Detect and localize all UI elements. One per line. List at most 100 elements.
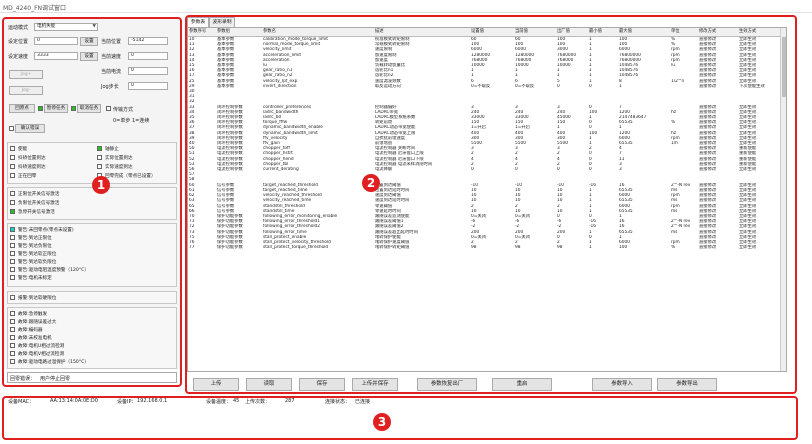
- warning-label: 警告:电机未标定: [18, 276, 52, 281]
- column-header[interactable]: 参数序号: [188, 28, 216, 37]
- current-speed-label: 当前速度: [101, 54, 122, 60]
- soft-limit-indicator: [10, 295, 15, 300]
- parameter-table: 参数序号 参数组 参数名 描述 设置值 当前值 出厂值 最小值 最大值 单位 修改方式 生效方式 10…: [187, 27, 787, 372]
- annotation-badge-3: 3: [373, 413, 391, 431]
- limit-indicator: [10, 209, 15, 214]
- fps-value: 287: [285, 398, 295, 404]
- confirm-error-button[interactable]: 确认错误: [15, 124, 45, 133]
- export-params-button[interactable]: 参数导出: [657, 378, 717, 391]
- status-label: 轴静止: [105, 147, 119, 152]
- ip-label: 设备IP：: [117, 399, 137, 405]
- column-header[interactable]: 出厂值: [556, 28, 588, 37]
- upload-button[interactable]: 上传: [193, 378, 239, 391]
- table-cell: 保护功能参数: [216, 245, 262, 251]
- status-indicator: [10, 155, 15, 160]
- mode-select[interactable]: 电机失能 ▼: [34, 23, 98, 31]
- title-bar: MD_4240_FN调试窗口: [0, 0, 812, 13]
- cancel-indicator: [71, 106, 76, 111]
- annotation-badge-2: 2: [362, 174, 380, 192]
- set-position-button[interactable]: 设置: [80, 36, 98, 46]
- table-cell: 77: [188, 245, 216, 251]
- fault-label: 故障:电机U相过流检测: [18, 344, 65, 349]
- warning-label: 警告:未回零点(零点未设置): [18, 228, 74, 233]
- temp-value: 45: [233, 398, 240, 404]
- import-params-button[interactable]: 参数导入: [592, 378, 652, 391]
- column-header[interactable]: 修改方式: [698, 28, 738, 37]
- current-current-value: 0: [128, 67, 168, 75]
- table-cell[interactable]: 98: [470, 245, 514, 251]
- fault-indicator: [10, 343, 15, 348]
- jog-minus-button[interactable]: Jog-: [9, 86, 43, 95]
- home-button[interactable]: 回原点: [9, 104, 35, 113]
- column-header[interactable]: 单位: [670, 28, 698, 37]
- jog-step-label: Jog步长: [101, 84, 119, 90]
- column-header[interactable]: 参数组: [216, 28, 262, 37]
- column-header[interactable]: 当前值: [514, 28, 556, 37]
- cancel-task-button[interactable]: 取消任务: [77, 104, 101, 113]
- warning-label: 警告:驱动电阻温度预警（120°C）: [18, 268, 89, 273]
- jog-plus-button[interactable]: Jog+: [9, 70, 43, 79]
- current-current-label: 当前电流: [101, 69, 122, 75]
- status-label: 实际位置到达: [105, 156, 133, 161]
- save-button[interactable]: 保存: [299, 378, 345, 391]
- soft-limit-label: 报警:到达软硬限位: [18, 296, 57, 301]
- temp-label: 设备温度：: [206, 399, 232, 405]
- upload-and-save-button[interactable]: 上传并保存: [352, 378, 398, 391]
- status-label: 正在回零: [18, 174, 37, 179]
- tab-waveform[interactable]: 波形录制: [209, 17, 235, 27]
- table-cell: %: [670, 245, 698, 251]
- pause-indicator: [38, 106, 43, 111]
- table-row[interactable]: 77 保护功能参数 stall_protect_torque_threshold 堵转…: [188, 245, 786, 251]
- fault-indicator: [10, 335, 15, 340]
- status-indicator: [97, 146, 102, 151]
- column-header[interactable]: 最大值: [618, 28, 670, 37]
- error-info-value: 用户停止回零: [40, 376, 71, 382]
- limit-label: 负限位开关信号激活: [18, 201, 60, 206]
- mac-value: AA:13:14:0A:0E:D0: [50, 398, 98, 404]
- status-label: 抖矫速度到达: [18, 165, 46, 170]
- scrollbar-thumb[interactable]: [782, 37, 786, 97]
- set-speed-input[interactable]: 3333: [34, 52, 78, 60]
- transmit-mode-label: 传输方式: [113, 107, 134, 113]
- fault-label: 故障:电机V相过流检测: [18, 352, 65, 357]
- status-indicator: [10, 173, 15, 178]
- limit-indicator: [10, 200, 15, 205]
- table-scrollbar[interactable]: [780, 28, 786, 371]
- warning-indicator: [10, 227, 15, 232]
- pause-task-button[interactable]: 暂停任务: [44, 104, 68, 113]
- table-header-row: 参数序号 参数组 参数名 描述 设置值 当前值 出厂值 最小值 最大值 单位 修改方式 生效方式: [188, 28, 786, 37]
- warning-indicator: [10, 235, 15, 240]
- current-speed-value: 0: [128, 52, 168, 60]
- warning-label: 警告:到达正限位: [18, 236, 52, 241]
- mac-label: 设备MAC：: [8, 399, 35, 405]
- restore-factory-button[interactable]: 参数恢复出厂: [417, 378, 477, 391]
- fault-indicator: [10, 311, 15, 316]
- error-info-label: 回零错误：: [10, 376, 36, 382]
- fault-label: 故障:未校准电机: [18, 336, 52, 341]
- table-cell: 100: [618, 245, 670, 251]
- table-cell: stall_protect_torque_threshold: [262, 245, 374, 251]
- table-cell: 98: [556, 245, 588, 251]
- jog-step-input[interactable]: 0: [128, 82, 168, 90]
- column-header[interactable]: 设置值: [470, 28, 514, 37]
- table-cell: 1: [588, 245, 618, 251]
- tab-parameters[interactable]: 参数表: [187, 17, 209, 27]
- limit-label: 急停开关信号激活: [18, 210, 55, 215]
- table-cell: 直接修改: [698, 245, 738, 251]
- conn-label: 连接状态：: [325, 399, 351, 405]
- fault-indicator: [10, 319, 15, 324]
- current-position-value: -5142: [128, 37, 168, 45]
- restart-button[interactable]: 重启: [492, 378, 552, 391]
- warning-label: 警告:到达软正限位: [18, 252, 57, 257]
- column-header[interactable]: 描述: [374, 28, 470, 37]
- column-header[interactable]: 参数名: [262, 28, 374, 37]
- limit-label: 正限位开关信号激活: [18, 192, 60, 197]
- column-header[interactable]: 最小值: [588, 28, 618, 37]
- set-position-input[interactable]: 0: [34, 37, 78, 45]
- read-button[interactable]: 读取: [246, 378, 292, 391]
- fault-label: 故障:急停触发: [18, 312, 48, 317]
- set-speed-button[interactable]: 设置: [80, 51, 98, 61]
- warning-indicator: [10, 243, 15, 248]
- error-info-box-visible: 回零错误： 用户停止回零: [7, 372, 177, 383]
- transmit-mode-checkbox[interactable]: [106, 106, 111, 111]
